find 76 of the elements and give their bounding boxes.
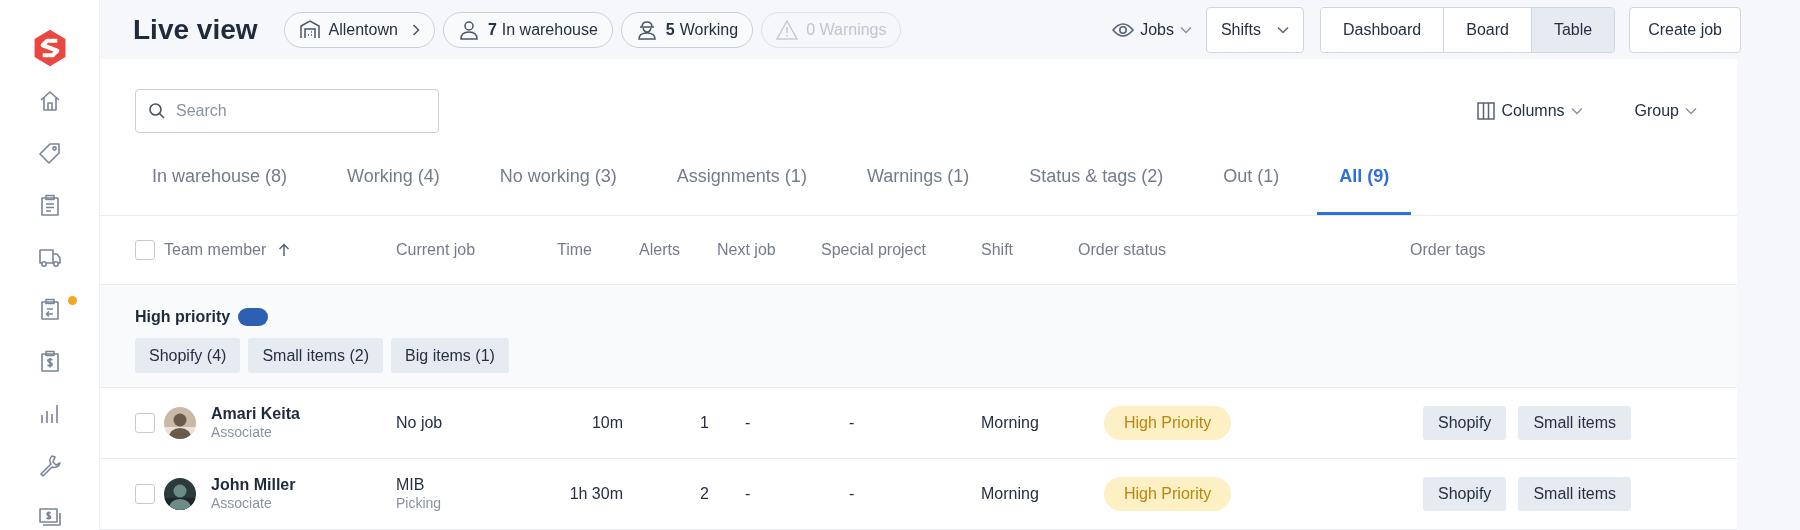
tab[interactable]: In warehouse (8) (130, 133, 310, 215)
column-header[interactable]: Next job (717, 238, 776, 262)
table-cell-text: 10m (591, 413, 623, 433)
group-menu[interactable]: Group (1634, 99, 1697, 123)
chevron-down-icon (1179, 25, 1192, 34)
chevron-right-icon (411, 23, 420, 36)
column-header[interactable]: Order tags (1410, 238, 1486, 262)
checkbox[interactable] (135, 240, 155, 260)
chevron-down-icon (1570, 107, 1583, 115)
order-tag: Shopify (1423, 406, 1507, 440)
jobs-menu[interactable]: Jobs (1112, 17, 1192, 42)
column-header[interactable]: Order status (1078, 238, 1167, 262)
tab[interactable]: Working (4) (325, 133, 462, 215)
checkbox[interactable] (135, 413, 155, 433)
column-header[interactable]: Team member (164, 238, 267, 262)
status-badge: High Priority (1104, 477, 1232, 511)
table-cell-text: 1 (700, 413, 709, 433)
order-tag: Small items (1518, 406, 1632, 440)
person-icon (457, 18, 480, 41)
group-title: High priority (135, 307, 231, 327)
table-cell-text: Morning (981, 484, 1039, 504)
table-cell-text: - (849, 484, 855, 504)
tab[interactable]: Status & tags (2) (1007, 133, 1186, 215)
wrench-icon[interactable] (37, 453, 62, 477)
member-role: Associate (211, 494, 273, 512)
shifts-dropdown[interactable]: Shifts (1205, 6, 1304, 53)
page-title: Live view (133, 12, 258, 47)
tab[interactable]: No working (3) (477, 133, 639, 215)
column-header[interactable]: Alerts (639, 238, 680, 262)
tab[interactable]: Warnings (1) (844, 133, 992, 215)
view-tab[interactable]: Dashboard (1320, 7, 1444, 52)
view-tab[interactable]: Table (1530, 7, 1615, 52)
tab[interactable]: Assignments (1) (654, 133, 829, 215)
tab[interactable]: Out (1) (1201, 133, 1302, 215)
tag-filter[interactable]: Big items (1) (391, 338, 509, 373)
table-cell-text: 2 (700, 484, 709, 504)
chevron-down-icon (1276, 25, 1289, 34)
view-tab[interactable]: Board (1443, 7, 1531, 52)
tag-icon[interactable] (37, 141, 62, 165)
filter-chip[interactable]: 5 Working (620, 11, 754, 48)
eye-icon (1112, 21, 1135, 38)
cash-icon[interactable] (37, 505, 62, 529)
checkbox[interactable] (135, 484, 155, 504)
worker-icon (635, 18, 658, 41)
order-tag: Shopify (1423, 477, 1507, 511)
column-header[interactable]: Time (557, 238, 592, 262)
filter-chip[interactable]: 7 In warehouse (442, 11, 613, 48)
tag-filter[interactable]: Shopify (4) (135, 338, 241, 373)
job-detail: Picking (396, 494, 442, 512)
columns-menu[interactable]: Columns (1477, 99, 1583, 123)
table-cell-text: Morning (981, 413, 1039, 433)
search-field[interactable]: Search (135, 89, 439, 133)
status-badge: High Priority (1104, 406, 1232, 440)
column-header[interactable]: Shift (981, 238, 1013, 262)
member-name: Amari Keita (211, 405, 300, 423)
search-icon (148, 102, 166, 120)
columns-icon (1477, 102, 1496, 120)
table-cell-text: MIB (396, 476, 426, 494)
member-role: Associate (211, 423, 273, 441)
create-job-button[interactable]: Create job (1629, 6, 1741, 53)
order-tag: Small items (1518, 477, 1632, 511)
building-icon (298, 18, 321, 41)
table-cell-text: - (745, 484, 751, 504)
table-cell-text: 1h 30m (569, 484, 623, 504)
tag-filter[interactable]: Small items (2) (248, 338, 384, 373)
column-header[interactable]: Current job (396, 238, 476, 262)
table-cell: No job (396, 414, 443, 432)
filter-chip[interactable]: Allentown (283, 11, 435, 48)
column-header[interactable]: Special project (821, 238, 926, 262)
tab[interactable]: All (9) (1317, 133, 1412, 215)
table-cell-text: - (849, 413, 855, 433)
member-name: John Miller (211, 476, 296, 494)
table-cell-text: - (745, 413, 751, 433)
toggle-switch[interactable] (238, 308, 269, 326)
warning-icon (776, 18, 799, 41)
chevron-down-icon (1685, 107, 1697, 115)
